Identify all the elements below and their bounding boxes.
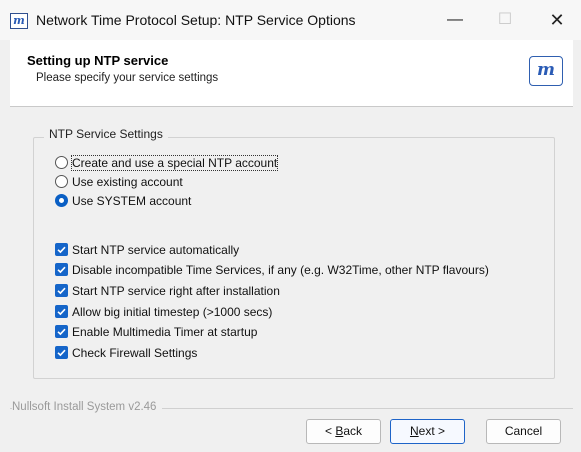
close-button[interactable]: ✕	[534, 6, 580, 34]
checkbox-allow-big-timestep[interactable]: Allow big initial timestep (>1000 secs)	[55, 303, 272, 321]
back-button[interactable]: < Back	[306, 419, 381, 444]
checkbox-checked-icon[interactable]	[55, 305, 68, 319]
checkbox-label: Check Firewall Settings	[72, 346, 198, 360]
checkbox-label: Start NTP service right after installati…	[72, 284, 280, 298]
radio-use-existing-account[interactable]: Use existing account	[55, 173, 183, 191]
radio-unchecked-icon[interactable]	[55, 175, 68, 189]
checkbox-enable-multimedia-timer[interactable]: Enable Multimedia Timer at startup	[55, 323, 257, 341]
minimize-button[interactable]: —	[432, 6, 478, 34]
radio-label: Use existing account	[72, 175, 183, 189]
checkbox-checked-icon[interactable]	[55, 243, 68, 257]
next-accesskey: N	[409, 424, 419, 438]
title-bar[interactable]: m Network Time Protocol Setup: NTP Servi…	[0, 0, 581, 40]
radio-unchecked-icon[interactable]	[55, 156, 68, 170]
back-prefix: <	[324, 424, 336, 438]
checkbox-checked-icon[interactable]	[55, 325, 68, 339]
radio-label: Use SYSTEM account	[72, 194, 192, 208]
radio-use-system-account[interactable]: Use SYSTEM account	[55, 192, 191, 210]
checkbox-disable-incompatible-services[interactable]: Disable incompatible Time Services, if a…	[55, 261, 489, 279]
app-logo-icon: m	[10, 13, 28, 29]
back-rest: ack	[343, 424, 363, 438]
header-panel: Setting up NTP service Please specify yo…	[10, 40, 573, 107]
cancel-button[interactable]: Cancel	[486, 419, 561, 444]
window-title: Network Time Protocol Setup: NTP Service…	[36, 12, 356, 28]
checkbox-label: Enable Multimedia Timer at startup	[72, 325, 258, 339]
checkbox-start-service-automatically[interactable]: Start NTP service automatically	[55, 241, 239, 259]
meinberg-logo-icon: m	[529, 56, 563, 86]
radio-checked-icon[interactable]	[55, 194, 68, 208]
next-rest: ext >	[418, 424, 446, 438]
checkbox-label: Start NTP service automatically	[72, 243, 240, 257]
installer-brand: Nullsoft Install System v2.46	[12, 401, 163, 413]
checkbox-check-firewall[interactable]: Check Firewall Settings	[55, 344, 197, 362]
checkbox-label: Allow big initial timestep (>1000 secs)	[72, 305, 273, 319]
next-button[interactable]: Next >	[390, 419, 465, 444]
checkbox-start-after-installation[interactable]: Start NTP service right after installati…	[55, 282, 280, 300]
checkbox-checked-icon[interactable]	[55, 284, 68, 298]
groupbox-legend: NTP Service Settings	[44, 127, 168, 141]
checkbox-label: Disable incompatible Time Services, if a…	[72, 263, 489, 277]
checkbox-checked-icon[interactable]	[55, 263, 68, 277]
radio-label: Create and use a special NTP account	[70, 155, 279, 171]
page-title: Setting up NTP service	[27, 53, 169, 68]
radio-create-ntp-account[interactable]: Create and use a special NTP account	[55, 154, 279, 172]
maximize-button[interactable]: ☐	[482, 6, 528, 34]
checkbox-checked-icon[interactable]	[55, 346, 68, 360]
installer-window: m Network Time Protocol Setup: NTP Servi…	[0, 0, 581, 452]
page-subtitle: Please specify your service settings	[36, 72, 219, 84]
